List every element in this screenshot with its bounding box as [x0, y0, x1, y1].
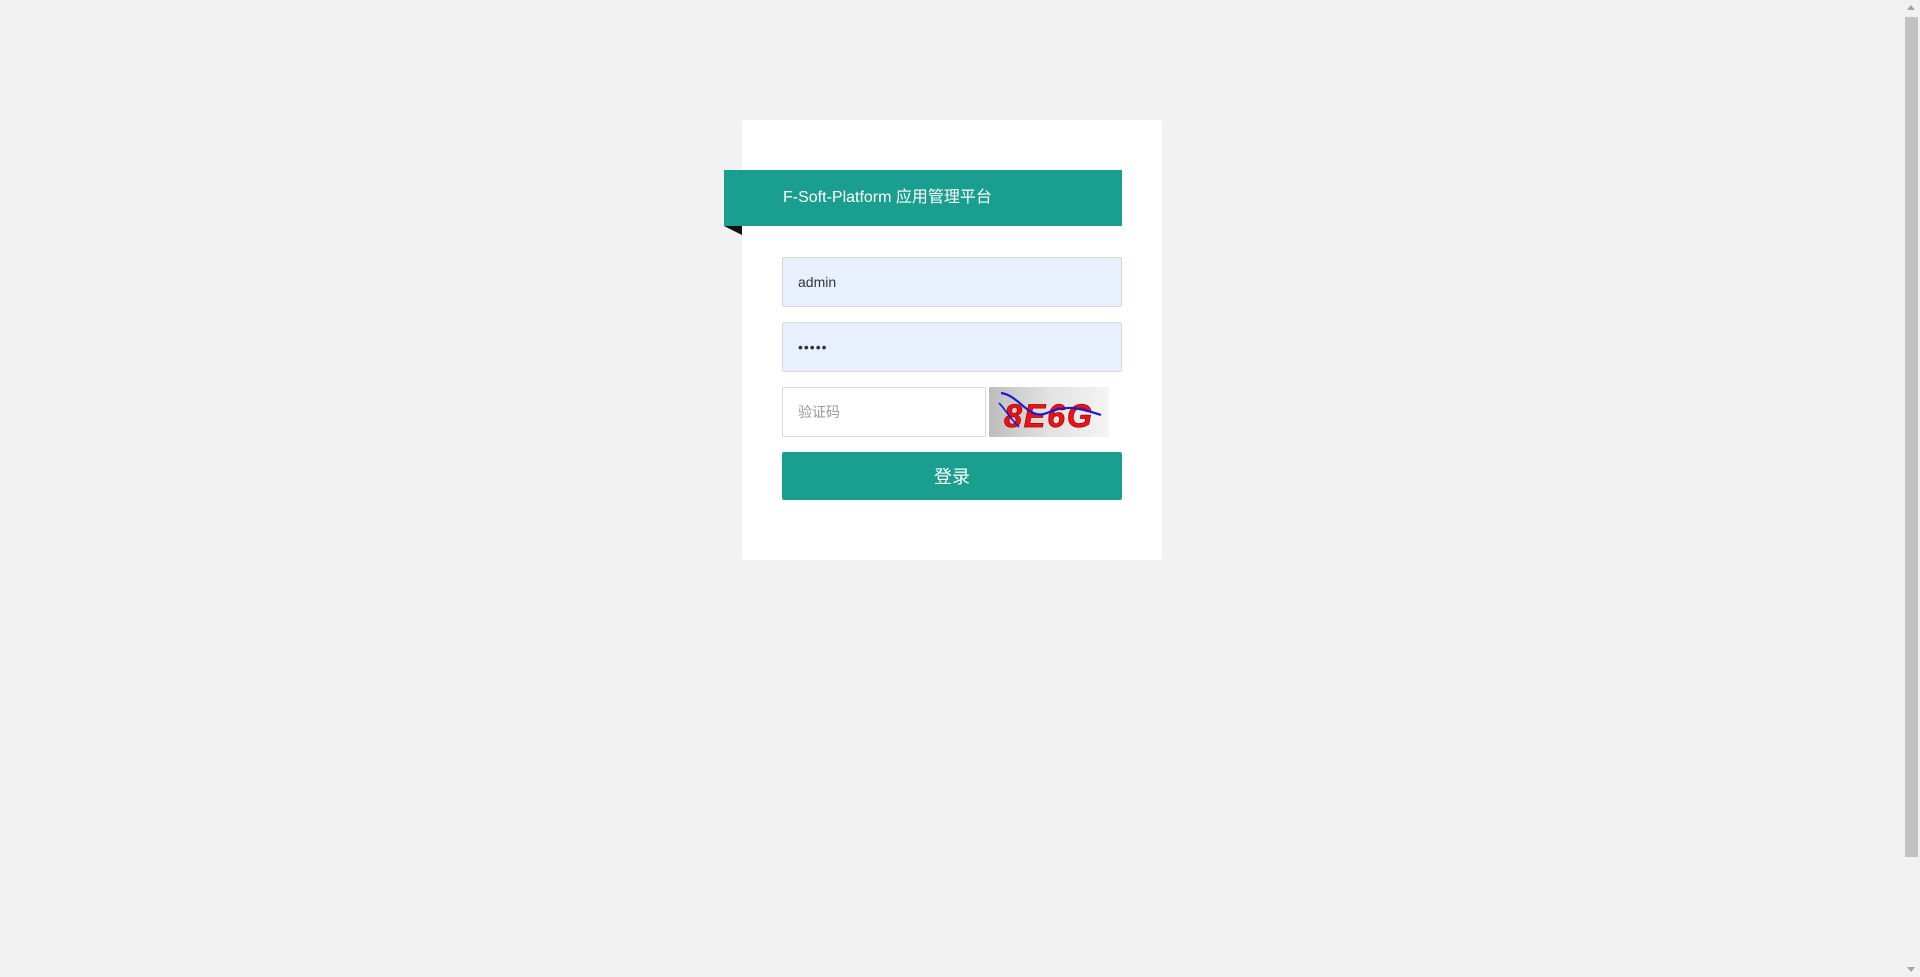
page-title: F-Soft-Platform 应用管理平台 [724, 170, 1122, 226]
login-page: F-Soft-Platform 应用管理平台 8E6G 登录 [0, 0, 1920, 977]
password-input[interactable] [782, 322, 1122, 372]
login-card: F-Soft-Platform 应用管理平台 8E6G 登录 [724, 120, 1162, 560]
captcha-input[interactable] [782, 387, 986, 437]
triangle-up-icon[interactable] [1907, 5, 1915, 10]
triangle-down-icon[interactable] [1907, 967, 1915, 972]
login-button[interactable]: 登录 [782, 452, 1122, 500]
captcha-image[interactable]: 8E6G [989, 387, 1109, 437]
ribbon-fold-decoration [724, 226, 742, 235]
username-input[interactable] [782, 257, 1122, 307]
vertical-scrollbar[interactable] [1903, 0, 1920, 977]
captcha-text: 8E6G [1004, 398, 1094, 434]
scroll-thumb[interactable] [1905, 17, 1918, 857]
